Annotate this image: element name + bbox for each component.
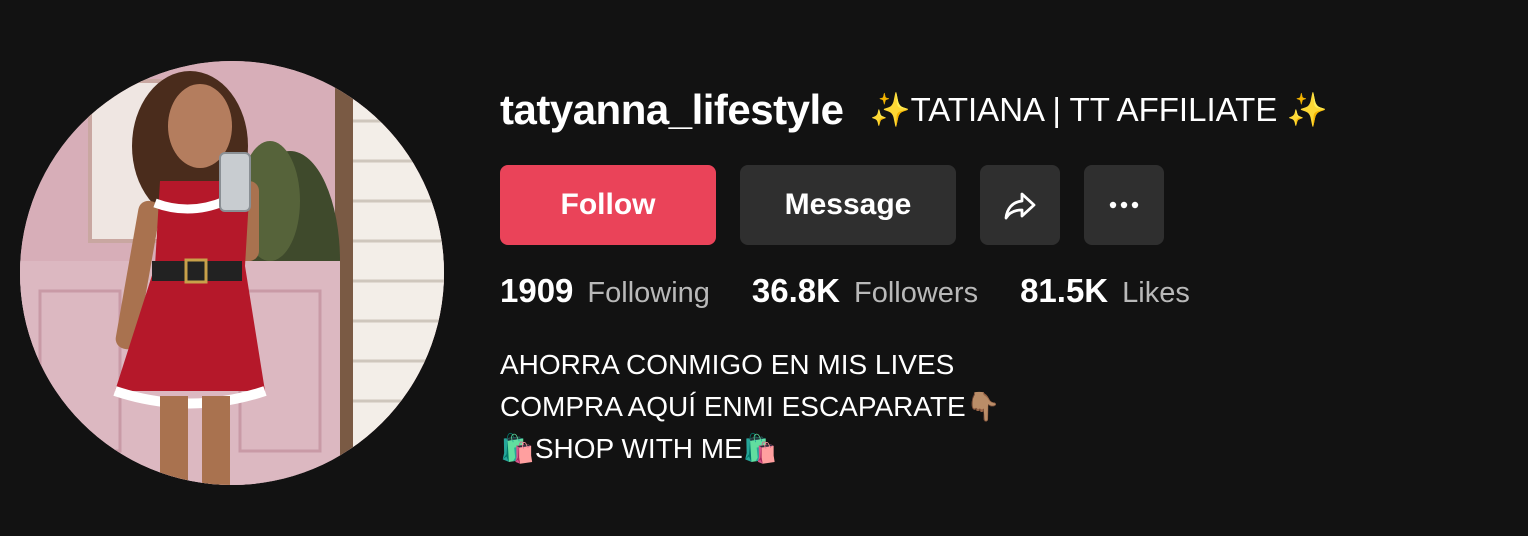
share-arrow-icon bbox=[1004, 192, 1036, 220]
bio-line-2: COMPRA AQUÍ ENMI ESCAPARATE👇🏽 bbox=[500, 391, 1001, 422]
bio-line-3: 🛍️SHOP WITH ME🛍️ bbox=[500, 433, 778, 464]
stat-followers[interactable]: 36.8K Followers bbox=[752, 272, 978, 310]
followers-label: Followers bbox=[853, 277, 979, 309]
bio-line-1: AHORRA CONMIGO EN MIS LIVES bbox=[500, 349, 955, 380]
username: tatyanna_lifestyle bbox=[500, 86, 844, 133]
followers-count: 36.8K bbox=[751, 272, 840, 309]
message-button[interactable]: Message bbox=[740, 165, 956, 245]
share-button[interactable] bbox=[980, 165, 1060, 245]
likes-label: Likes bbox=[1122, 277, 1190, 309]
title-row: tatyanna_lifestyle ✨TATIANA | TT AFFILIA… bbox=[500, 86, 1328, 134]
profile-header: tatyanna_lifestyle ✨TATIANA | TT AFFILIA… bbox=[0, 0, 1528, 536]
following-count: 1909 bbox=[500, 272, 574, 309]
stat-following[interactable]: 1909 Following bbox=[500, 272, 710, 310]
likes-count: 81.5K bbox=[1020, 272, 1109, 309]
bio: AHORRA CONMIGO EN MIS LIVES COMPRA AQUÍ … bbox=[500, 344, 1001, 470]
following-label: Following bbox=[587, 277, 710, 309]
follow-button[interactable]: Follow bbox=[500, 165, 716, 245]
more-button[interactable] bbox=[1084, 165, 1164, 245]
action-buttons: Follow Message bbox=[500, 165, 1164, 245]
more-dots-icon bbox=[1109, 201, 1139, 209]
nickname: ✨TATIANA | TT AFFILIATE ✨ bbox=[869, 90, 1328, 128]
avatar[interactable] bbox=[20, 61, 444, 485]
stat-likes: 81.5K Likes bbox=[1020, 272, 1190, 310]
stats-row: 1909 Following 36.8K Followers 81.5K Lik… bbox=[500, 272, 1190, 310]
avatar-photo bbox=[20, 61, 444, 485]
